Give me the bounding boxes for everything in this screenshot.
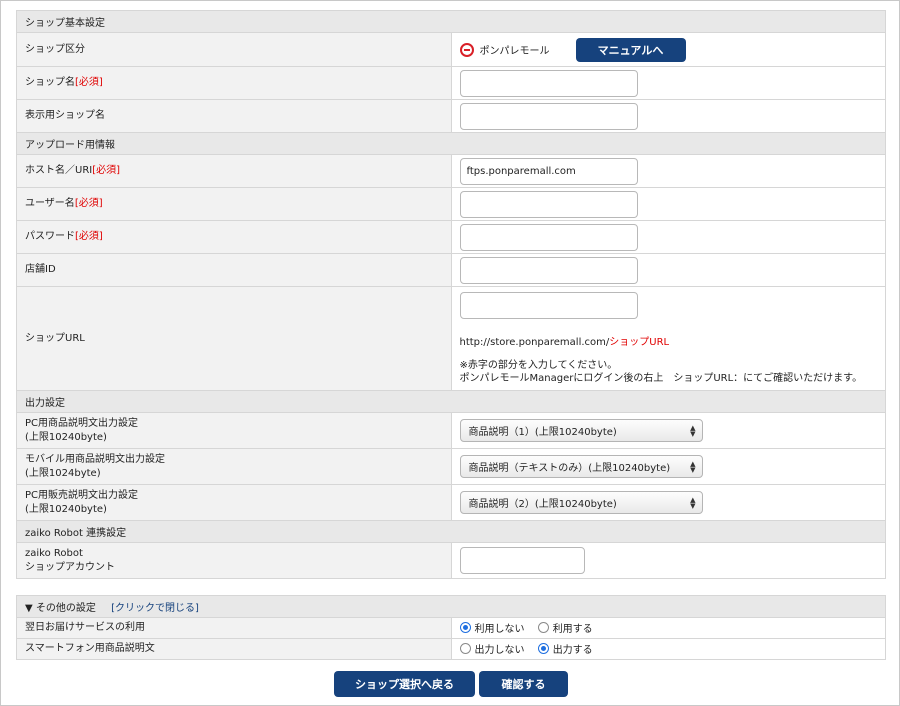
shop-type-label: ショップ区分 — [16, 32, 452, 67]
pc-sales-description-select[interactable]: 商品説明（2）(上限10240byte) ▲ ▼ — [459, 491, 703, 514]
shop-url-input[interactable] — [459, 292, 638, 319]
confirm-button[interactable]: 確認する — [479, 671, 568, 697]
section-upload-title: アップロード用情報 — [16, 132, 886, 155]
next-day-option-off[interactable]: 利用しない — [459, 620, 525, 635]
shop-name-label: ショップ名[必須] — [16, 66, 452, 100]
required-mark: [必須] — [74, 198, 103, 209]
smartphone-option-off[interactable]: 出力しない — [459, 641, 525, 656]
ponparemall-logo-icon — [459, 42, 474, 57]
smartphone-option-on[interactable]: 出力する — [537, 641, 593, 656]
manual-button[interactable]: マニュアルへ — [575, 37, 686, 62]
display-shop-name-input[interactable] — [459, 102, 638, 130]
zaiko-account-label: zaiko Robot ショップアカウント — [16, 542, 452, 579]
required-mark: [必須] — [92, 165, 121, 176]
shop-url-preview: http://store.ponparemall.com/ショップURL — [459, 337, 670, 348]
settings-form-table: ショップ基本設定 ショップ区分 ポンパレモール マニュアルへ ショップ名[必須]… — [16, 10, 886, 579]
display-shop-name-label: 表示用ショップ名 — [16, 99, 452, 133]
radio-selected-icon — [459, 622, 471, 633]
pc-description-select[interactable]: 商品説明（1）(上限10240byte) ▲ ▼ — [459, 419, 703, 442]
shop-url-placeholder-text: ショップURL — [609, 337, 670, 348]
select-arrows-icon: ▲ ▼ — [690, 459, 696, 474]
password-input[interactable] — [459, 223, 638, 251]
next-day-delivery-label: 翌日お届けサービスの利用 — [16, 617, 452, 639]
settings-page: ショップ基本設定 ショップ区分 ポンパレモール マニュアルへ ショップ名[必須]… — [0, 0, 900, 706]
shop-url-note: ※赤字の部分を入力してください。 ポンパレモールManagerにログイン後の右上… — [460, 359, 878, 385]
collapse-toggle-link[interactable]: [クリックで閉じる] — [111, 603, 199, 614]
section-output-title: 出力設定 — [16, 390, 886, 413]
smartphone-description-label: スマートフォン用商品説明文 — [16, 638, 452, 660]
username-label: ユーザー名[必須] — [16, 187, 452, 221]
collapse-arrow-icon[interactable]: ▼ — [25, 603, 33, 614]
select-arrows-icon: ▲ ▼ — [690, 495, 696, 510]
shop-url-label: ショップURL — [16, 286, 452, 391]
store-id-label: 店舗ID — [16, 253, 452, 287]
host-label: ホスト名／URI[必須] — [16, 154, 452, 188]
password-label: パスワード[必須] — [16, 220, 452, 254]
other-settings-table: ▼ その他の設定 [クリックで閉じる] 翌日お届けサービスの利用 利用しない 利… — [16, 595, 886, 660]
mobile-description-select[interactable]: 商品説明（テキストのみ）(上限10240byte) ▲ ▼ — [459, 455, 703, 478]
pc-sales-description-label: PC用販売説明文出力設定 (上限10240byte) — [16, 484, 452, 521]
required-mark: [必須] — [75, 231, 103, 242]
zaiko-account-input[interactable] — [459, 547, 585, 574]
host-input[interactable] — [459, 157, 638, 185]
select-arrows-icon: ▲ ▼ — [690, 423, 696, 438]
username-input[interactable] — [459, 190, 638, 218]
section-zaiko-title: zaiko Robot 連携設定 — [16, 520, 886, 543]
mobile-description-label: モバイル用商品説明文出力設定 (上限1024byte) — [16, 448, 452, 485]
radio-unselected-icon — [537, 622, 549, 633]
next-day-option-on[interactable]: 利用する — [537, 620, 593, 635]
section-basic-title: ショップ基本設定 — [16, 10, 886, 33]
radio-selected-icon — [537, 643, 549, 654]
section-other-title: ▼ その他の設定 [クリックで閉じる] — [16, 595, 886, 618]
radio-unselected-icon — [459, 643, 471, 654]
shop-name-input[interactable] — [459, 69, 638, 97]
back-to-shop-select-button[interactable]: ショップ選択へ戻る — [334, 671, 475, 697]
required-mark: [必須] — [75, 77, 103, 88]
shop-url-note-line1: ※赤字の部分を入力してください。 — [459, 360, 618, 371]
shop-type-value: ポンパレモール — [479, 46, 550, 57]
shop-url-note-line2: ポンパレモールManagerにログイン後の右上 ショップURL：にてご確認いただ… — [459, 373, 863, 384]
store-id-input[interactable] — [459, 256, 638, 284]
pc-description-label: PC用商品説明文出力設定 (上限10240byte) — [16, 412, 452, 449]
